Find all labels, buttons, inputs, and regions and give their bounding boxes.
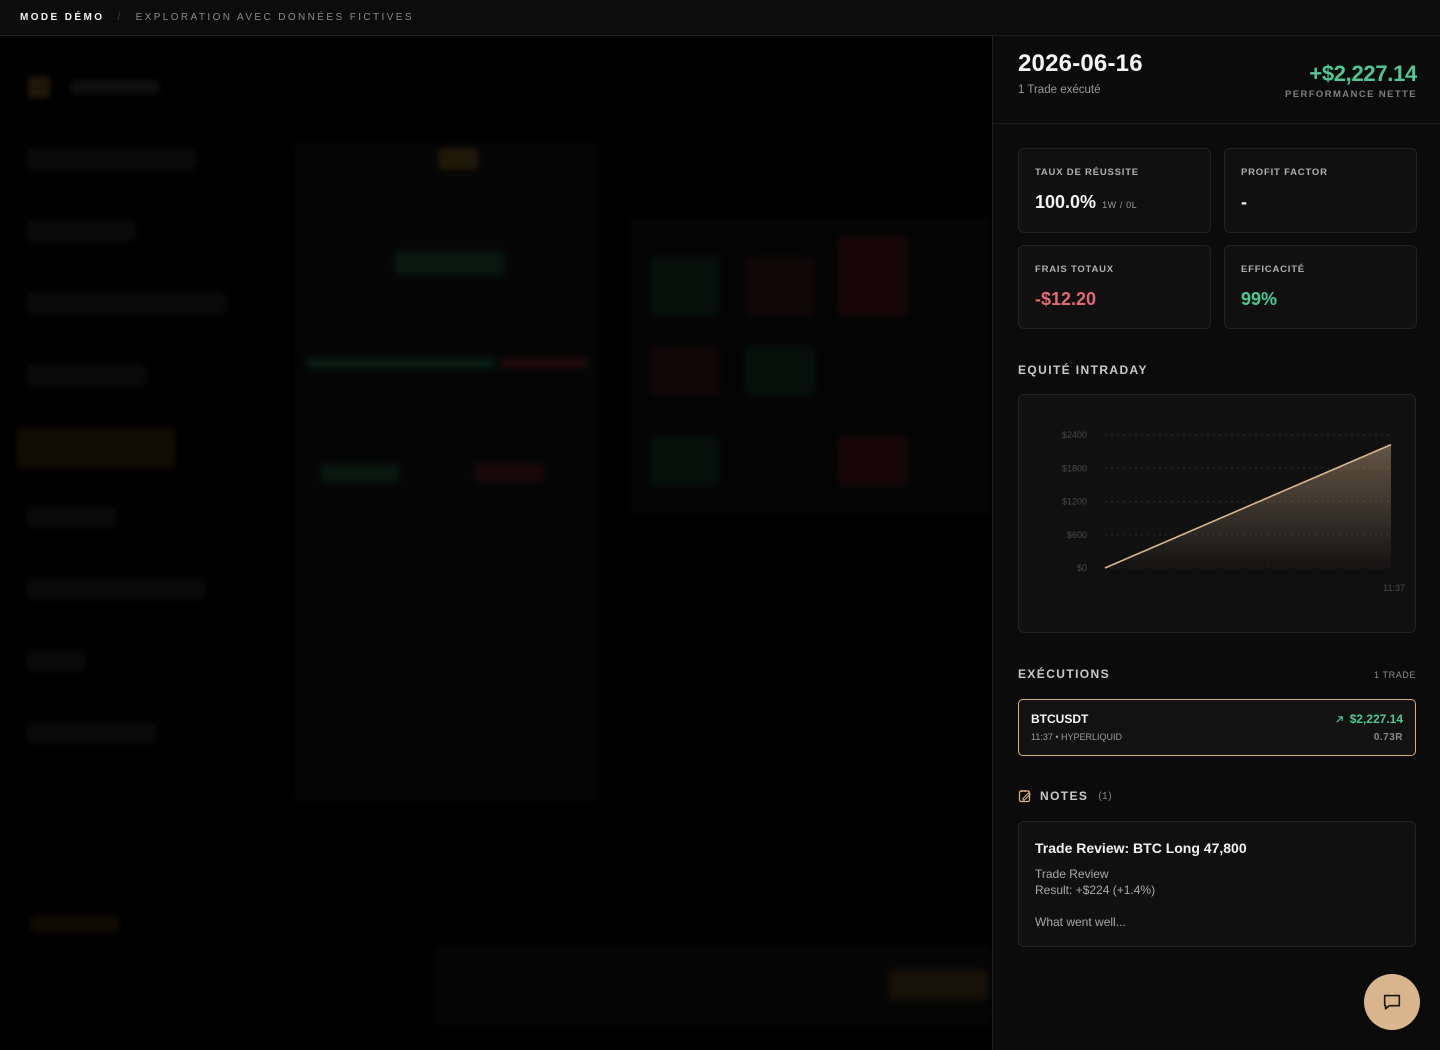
fees-card: FRAIS TOTAUX -$12.20 (1018, 245, 1211, 329)
y-tick-label: $1200 (1062, 497, 1087, 507)
trade-count: 1 Trade exécuté (1018, 84, 1101, 96)
executions-section-title: EXÉCUTIONS (1018, 667, 1111, 681)
notes-title: NOTES (1040, 789, 1089, 803)
demo-mode-label: MODE DÉMO (20, 12, 105, 23)
y-tick-label: $2400 (1062, 430, 1087, 440)
note-edit-icon (1018, 790, 1031, 803)
banner-separator: / (117, 12, 123, 23)
executions-count: 1 TRADE (1373, 670, 1416, 680)
efficiency-value: 99% (1241, 289, 1278, 309)
y-tick-label: $600 (1067, 530, 1087, 540)
efficiency-label: EFFICACITÉ (1241, 264, 1305, 275)
panel-header: 2026-06-16 1 Trade exécuté +$2,227.14 PE… (993, 36, 1440, 124)
equity-chart-card: $0 $600 $1200 $1800 $2400 11:37 (1018, 394, 1416, 633)
execution-row[interactable]: BTCUSDT 11:37 • HYPERLIQUID $2,227.14 0.… (1018, 699, 1416, 756)
chat-button[interactable] (1364, 974, 1420, 1030)
win-rate-value: 100.0% 1W / 0L (1035, 192, 1137, 213)
win-rate-label: TAUX DE RÉUSSITE (1035, 167, 1139, 178)
equity-chart: $0 $600 $1200 $1800 $2400 11:37 (1062, 430, 1405, 593)
execution-pnl-value: $2,227.14 (1349, 712, 1403, 726)
fees-label: FRAIS TOTAUX (1035, 264, 1114, 275)
blurred-background-app (0, 36, 992, 1050)
equity-section-title: EQUITÉ INTRADAY (1018, 363, 1148, 377)
execution-r-multiple: 0.73R (1373, 732, 1403, 743)
chat-bubble-icon (1383, 994, 1401, 1010)
demo-subtitle: EXPLORATION AVEC DONNÉES FICTIVES (135, 12, 414, 23)
net-pnl-label: PERFORMANCE NETTE (1285, 89, 1417, 100)
execution-symbol: BTCUSDT (1031, 712, 1089, 726)
x-tick-label: 11:37 (1383, 583, 1405, 593)
notes-header: NOTES (1) (1018, 789, 1112, 803)
execution-pnl: $2,227.14 (1335, 712, 1403, 726)
note-line-1: Trade Review (1035, 867, 1109, 881)
net-pnl-value: +$2,227.14 (1309, 61, 1417, 86)
y-tick-label: $1800 (1062, 463, 1087, 473)
arrow-up-right-icon (1335, 715, 1343, 723)
y-tick-label: $0 (1077, 563, 1087, 573)
demo-banner: MODE DÉMO / EXPLORATION AVEC DONNÉES FIC… (0, 0, 1440, 36)
note-line-2: Result: +$224 (+1.4%) (1035, 883, 1156, 897)
profit-factor-card: PROFIT FACTOR - (1224, 148, 1417, 233)
win-rate-number: 100.0% (1035, 192, 1097, 212)
win-rate-card: TAUX DE RÉUSSITE 100.0% 1W / 0L (1018, 148, 1211, 233)
efficiency-card: EFFICACITÉ 99% (1224, 245, 1417, 329)
note-line-3: What went well... (1035, 915, 1126, 929)
note-card[interactable]: Trade Review: BTC Long 47,800 Trade Revi… (1018, 821, 1416, 947)
day-detail-panel: 2026-06-16 1 Trade exécuté +$2,227.14 PE… (992, 36, 1440, 1050)
notes-count: (1) (1098, 790, 1113, 802)
fees-value: -$12.20 (1035, 289, 1097, 309)
win-loss-count: 1W / 0L (1102, 200, 1138, 210)
panel-date: 2026-06-16 (1018, 50, 1143, 77)
profit-factor-value: - (1241, 192, 1247, 212)
background-blur-layer (0, 36, 992, 1050)
note-title: Trade Review: BTC Long 47,800 (1035, 840, 1247, 856)
execution-meta: 11:37 • HYPERLIQUID (1031, 732, 1123, 742)
profit-factor-label: PROFIT FACTOR (1241, 167, 1328, 178)
